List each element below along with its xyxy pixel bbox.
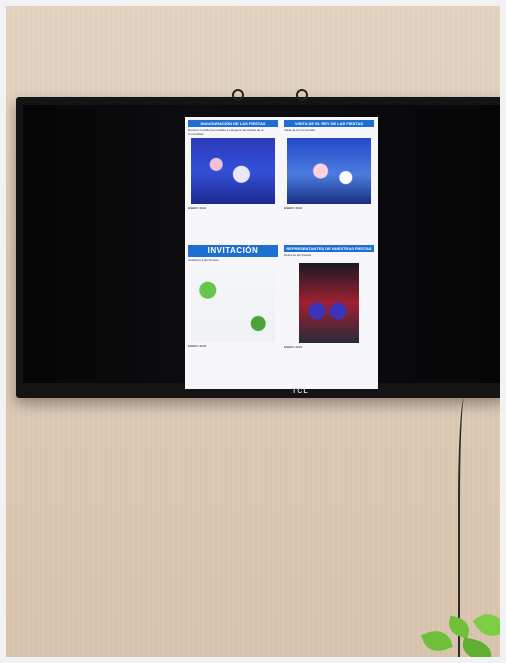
displayed-document: INAUGURACIÓN DE LAS FIESTAS Ramírez Carr…: [185, 117, 378, 389]
panel-subtitle: Visita de la Comunidad: [284, 128, 315, 132]
mount-hook-left: [232, 89, 244, 101]
plant-leaves: [418, 607, 506, 663]
television: INAUGURACIÓN DE LAS FIESTAS Ramírez Carr…: [16, 89, 506, 398]
tv-screen: INAUGURACIÓN DE LAS FIESTAS Ramírez Carr…: [23, 105, 500, 389]
panel-heading: INVITACIÓN: [188, 245, 278, 257]
panel-subtitle: Reina de las Fiestas: [284, 253, 312, 257]
tv-brand-logo: TCL: [292, 388, 309, 395]
panel-heading: VISITA DE EL REY DE LAS FIESTAS: [284, 120, 374, 127]
panel-inauguration: INAUGURACIÓN DE LAS FIESTAS Ramírez Carr…: [188, 120, 278, 220]
invitation-image: [191, 268, 275, 342]
panel-heading: REPRESENTANTES DE NUESTRAS FIESTAS: [284, 245, 374, 252]
mount-hook-right: [296, 89, 308, 101]
panel-king-visit: VISITA DE EL REY DE LAS FIESTAS Visita d…: [284, 120, 374, 220]
event-photo: [191, 138, 275, 204]
queens-photo: [299, 263, 359, 343]
panel-caption: ENERO 2024: [188, 344, 207, 348]
panel-caption: ENERO 2024: [284, 206, 303, 210]
panel-caption: ENERO 2024: [188, 206, 207, 210]
panel-subtitle: Invitación a las Fiestas: [188, 258, 219, 262]
panel-invitation: INVITACIÓN Invitación a las Fiestas ENER…: [188, 245, 278, 358]
panel-representatives: REPRESENTANTES DE NUESTRAS FIESTAS Reina…: [284, 245, 374, 359]
panel-subtitle: Ramírez Carrillo fue invitado a inaugura…: [188, 128, 264, 136]
panel-caption: ENERO 2024: [284, 345, 303, 349]
event-photo: [287, 138, 371, 204]
panel-heading: INAUGURACIÓN DE LAS FIESTAS: [188, 120, 278, 127]
